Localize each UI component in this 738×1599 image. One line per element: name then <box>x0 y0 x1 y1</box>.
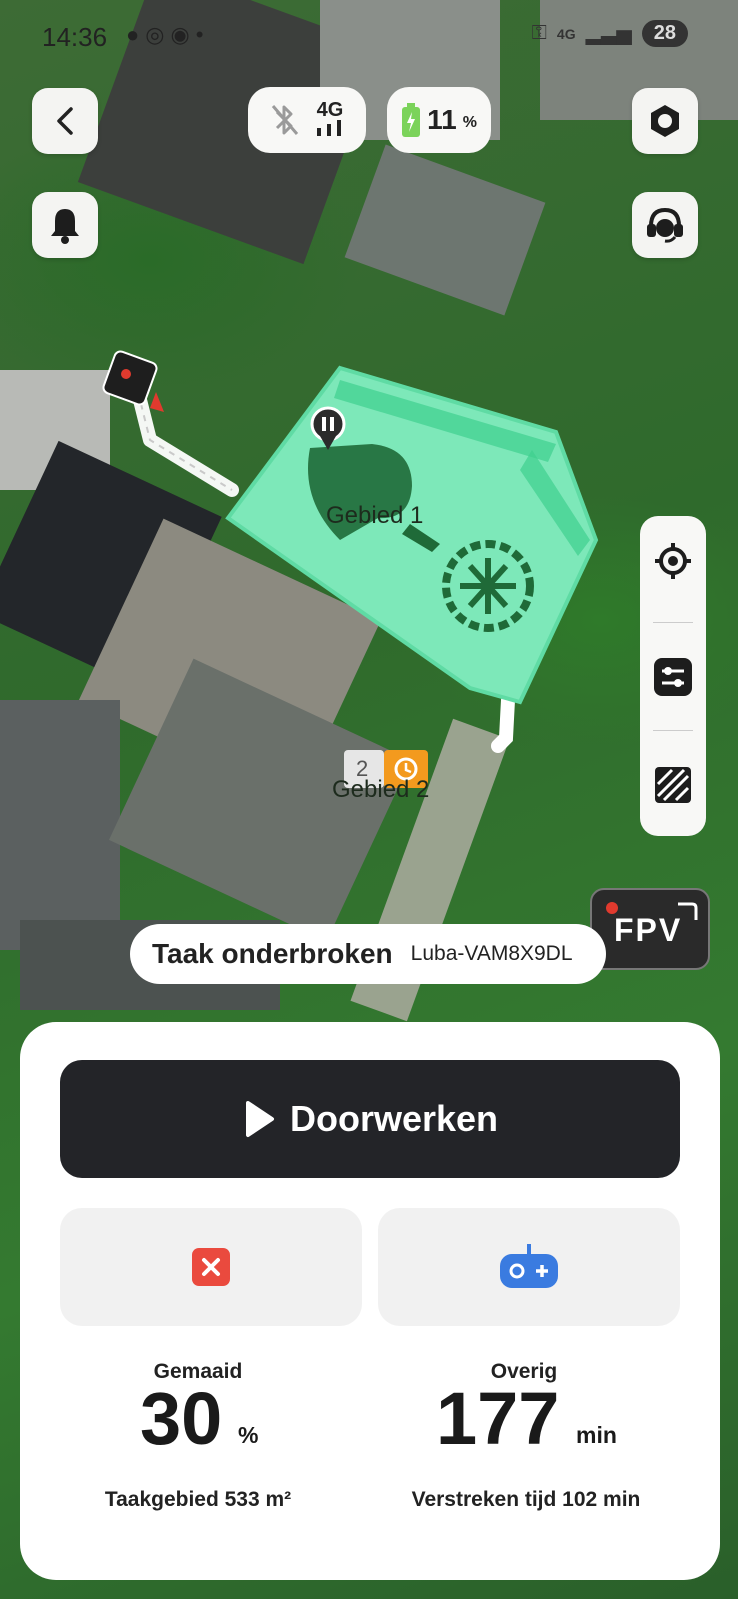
network-type: 4G <box>316 98 344 121</box>
connection-status[interactable]: 4G <box>248 87 366 153</box>
task-area: Taakgebied 533 m² <box>104 1488 292 1511</box>
bell-icon <box>51 209 79 244</box>
battery-status[interactable]: 11 % <box>387 87 491 153</box>
locate-button[interactable] <box>640 528 706 594</box>
zone-1-label: Gebied 1 <box>326 502 424 529</box>
map-tools <box>640 516 706 836</box>
resume-label: Doorwerken <box>289 1098 499 1139</box>
podcast-icon: ◎ <box>145 22 171 47</box>
bluetooth-off-icon <box>271 105 299 135</box>
zone-2-label: Gebied 2 <box>332 776 430 803</box>
battery-value: 11 <box>427 104 457 135</box>
task-panel: Doorwerken Gemaaid 30 % Taakgebied 533 m… <box>20 1022 720 1580</box>
status-bar: 14:36 ●◎◉• ⚿ 4G ▂▃▅ 28 <box>0 0 738 70</box>
battery-unit: % <box>462 114 477 131</box>
mowed-unit: % <box>238 1422 259 1448</box>
fpv-button[interactable]: FPV <box>590 888 710 970</box>
fpv-label: FPV <box>614 912 683 948</box>
hexagon-settings-icon <box>651 105 679 137</box>
chevron-left-icon <box>57 107 73 135</box>
exit-path <box>491 693 515 753</box>
crosshair-icon <box>655 543 691 579</box>
status-battery: 28 <box>641 20 688 47</box>
status-notification-icons: ●◎◉• <box>126 22 209 48</box>
stop-task-button[interactable] <box>60 1208 362 1326</box>
signal-bars-icon <box>317 119 341 136</box>
notifications-button[interactable] <box>32 192 98 258</box>
map-layer-button[interactable] <box>640 752 706 818</box>
sliders-icon <box>654 658 692 696</box>
close-square-icon <box>192 1248 230 1286</box>
remote-control-button[interactable] <box>378 1208 680 1326</box>
gamepad-icon <box>500 1244 558 1288</box>
elapsed-time: Verstreken tijd 102 min <box>411 1488 641 1511</box>
battery-charging-icon <box>402 103 421 137</box>
chat-icon: ● <box>126 22 146 47</box>
signal-icon: ▂▃▅ <box>585 23 632 45</box>
task-status-text: Taak onderbroken <box>152 938 393 969</box>
headset-icon <box>647 207 683 243</box>
filter-button[interactable] <box>640 644 706 710</box>
remaining-unit: min <box>576 1422 617 1448</box>
status-time: 14:36 <box>42 22 108 52</box>
resume-button[interactable]: Doorwerken <box>60 1060 680 1178</box>
settings-button[interactable] <box>632 88 698 154</box>
task-status-pill: Taak onderbroken Luba-VAM8X9DL <box>130 924 606 984</box>
tool-divider <box>653 622 693 623</box>
mowed-value: 30 <box>140 1377 223 1460</box>
network-label: 4G <box>556 25 576 42</box>
hatch-pattern-icon <box>655 767 691 803</box>
device-name: Luba-VAM8X9DL <box>410 942 573 965</box>
key-icon: ⚿ <box>531 22 547 44</box>
dock-marker <box>102 350 164 412</box>
remaining-value: 177 <box>436 1377 560 1460</box>
dot-icon: • <box>195 22 210 47</box>
play-icon <box>245 1101 274 1137</box>
messenger-icon: ◉ <box>170 22 196 47</box>
back-button[interactable] <box>32 88 98 154</box>
signal-4g: 4G <box>315 100 345 141</box>
support-button[interactable] <box>632 192 698 258</box>
tool-divider <box>653 730 693 731</box>
status-system-icons: ⚿ 4G ▂▃▅ 28 <box>532 20 688 47</box>
